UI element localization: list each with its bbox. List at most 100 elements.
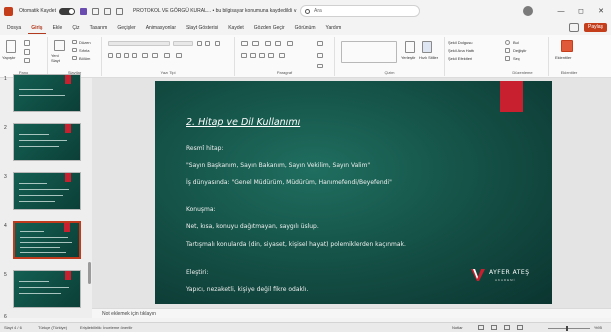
notes-toggle-button[interactable]: Notlar	[452, 325, 463, 330]
language-status[interactable]: Türkçe (Türkiye)	[38, 325, 67, 330]
columns-icon[interactable]	[279, 53, 285, 58]
share-button[interactable]: Paylaş	[583, 23, 607, 32]
save-icon[interactable]	[79, 7, 87, 15]
slide-text-line[interactable]: Resmî hitap:	[186, 145, 223, 152]
tab-giris[interactable]: Giriş	[28, 22, 46, 34]
line-spacing-icon[interactable]	[287, 41, 293, 46]
thumbnail-scrollbar[interactable]	[88, 262, 91, 284]
slide-text-line[interactable]: Yapıcı, nezaketli, kişiye değil fikre od…	[186, 286, 308, 293]
layout-icon[interactable]	[72, 40, 77, 44]
section-label[interactable]: Bölüm	[79, 56, 90, 61]
tab-yardim[interactable]: Yardım	[323, 22, 345, 34]
slide-thumbnail-1[interactable]	[13, 74, 81, 112]
undo-icon[interactable]	[91, 7, 99, 15]
slide-text-line[interactable]: Konuşma:	[186, 206, 216, 213]
slide-text-line[interactable]: Eleştiri:	[186, 269, 208, 276]
normal-view-icon[interactable]	[478, 325, 484, 330]
align-text-icon[interactable]	[317, 53, 323, 58]
shrink-font-icon[interactable]	[205, 41, 210, 46]
grow-font-icon[interactable]	[197, 41, 202, 46]
cut-icon[interactable]	[24, 40, 30, 46]
find-icon[interactable]	[505, 40, 510, 45]
strikethrough-icon[interactable]	[132, 53, 137, 58]
maximize-button[interactable]: ◻	[571, 7, 591, 15]
font-size-dropdown[interactable]	[173, 41, 193, 46]
smartart-icon[interactable]	[317, 64, 323, 68]
new-slide-icon[interactable]	[54, 40, 65, 51]
slide-thumbnail-4[interactable]	[13, 221, 81, 259]
font-name-dropdown[interactable]	[108, 41, 170, 46]
slide-thumbnail-5[interactable]	[13, 270, 81, 308]
font-color-icon[interactable]	[176, 53, 182, 58]
zoom-slider-thumb[interactable]	[566, 326, 568, 331]
align-center-icon[interactable]	[250, 53, 256, 58]
document-filename[interactable]: PROTOKOL VE GÖRGÜ KURAL... • bu bilgisay…	[133, 8, 297, 14]
copy-icon[interactable]	[24, 49, 30, 55]
align-left-icon[interactable]	[241, 53, 247, 58]
tab-dosya[interactable]: Dosya	[4, 22, 24, 34]
increase-indent-icon[interactable]	[275, 41, 281, 46]
shape-outline-button[interactable]: Şekil Ana Hattı	[448, 48, 474, 53]
reset-icon[interactable]	[72, 48, 77, 52]
slide-text-line[interactable]: Tartışmalı konularda (din, siyaset, kişi…	[186, 241, 406, 248]
tab-ciz[interactable]: Çiz	[69, 22, 82, 34]
notes-pane[interactable]: Not eklemek için tıklayın	[92, 308, 611, 318]
arrange-icon[interactable]	[405, 41, 415, 53]
slide-title[interactable]: 2. Hitap ve Dil Kullanımı	[186, 117, 300, 128]
present-icon[interactable]	[115, 7, 123, 15]
addins-icon[interactable]	[561, 40, 573, 52]
zoom-level[interactable]: %95	[594, 325, 602, 330]
layout-label[interactable]: Düzen	[79, 40, 91, 45]
search-box[interactable]: Ara	[300, 5, 420, 17]
highlight-icon[interactable]	[164, 53, 170, 58]
decrease-indent-icon[interactable]	[265, 41, 271, 46]
slide-text-line[interactable]: İş dünyasında: "Genel Müdürüm, Müdürüm, …	[186, 179, 392, 186]
shape-effects-button[interactable]: Şekil Efektleri	[448, 56, 472, 61]
bold-icon[interactable]	[108, 53, 113, 58]
accessibility-status[interactable]: Erişilebilirlik: İnceleme önerilir	[80, 325, 132, 330]
avatar[interactable]	[523, 6, 533, 16]
tab-gorunum[interactable]: Görünüm	[292, 22, 319, 34]
shape-fill-button[interactable]: Şekil Dolgusu	[448, 40, 472, 45]
zoom-slider[interactable]	[548, 328, 590, 329]
italic-icon[interactable]	[116, 53, 121, 58]
numbering-icon[interactable]	[252, 41, 259, 46]
text-direction-icon[interactable]	[317, 41, 323, 46]
replace-button[interactable]: Değiştir	[513, 48, 527, 53]
underline-icon[interactable]	[124, 53, 129, 58]
slide-sorter-icon[interactable]	[491, 325, 497, 330]
clear-format-icon[interactable]	[215, 41, 220, 46]
paste-icon[interactable]	[6, 40, 16, 53]
slide-thumbnail-3[interactable]	[13, 172, 81, 210]
quick-styles-icon[interactable]	[422, 41, 432, 53]
comments-icon[interactable]	[568, 23, 579, 32]
tab-gozden-gecir[interactable]: Gözden Geçir	[251, 22, 288, 34]
autosave-toggle[interactable]	[58, 7, 75, 15]
tab-kaydet[interactable]: Kaydet	[225, 22, 247, 34]
tab-tasarim[interactable]: Tasarım	[87, 22, 111, 34]
change-case-icon[interactable]	[152, 53, 158, 58]
tab-ekle[interactable]: Ekle	[50, 22, 66, 34]
tab-gecisler[interactable]: Geçişler	[114, 22, 138, 34]
find-button[interactable]: Bul	[513, 40, 519, 45]
close-button[interactable]: ✕	[591, 7, 611, 15]
slideshow-view-icon[interactable]	[517, 325, 523, 330]
tab-slayt-gosterisi[interactable]: Slayt Gösterisi	[183, 22, 221, 34]
tab-animasyonlar[interactable]: Animasyonlar	[143, 22, 179, 34]
slide-text-line[interactable]: "Sayın Başkanım, Sayın Bakanım, Sayın Ve…	[186, 162, 370, 169]
select-button[interactable]: Seç	[513, 56, 520, 61]
current-slide[interactable]: 2. Hitap ve Dil Kullanımı Resmî hitap: "…	[155, 81, 552, 304]
char-spacing-icon[interactable]	[142, 53, 148, 58]
shapes-gallery[interactable]	[341, 41, 397, 63]
replace-icon[interactable]	[505, 48, 510, 53]
align-right-icon[interactable]	[259, 53, 265, 58]
reading-view-icon[interactable]	[504, 325, 510, 330]
reset-label[interactable]: Sıfırla	[79, 48, 89, 53]
justify-icon[interactable]	[268, 53, 274, 58]
select-icon[interactable]	[505, 56, 510, 61]
slide-thumbnail-2[interactable]	[13, 123, 81, 161]
minimize-button[interactable]: —	[551, 8, 571, 15]
section-icon[interactable]	[72, 56, 77, 60]
format-painter-icon[interactable]	[24, 58, 30, 63]
redo-icon[interactable]	[103, 7, 111, 15]
